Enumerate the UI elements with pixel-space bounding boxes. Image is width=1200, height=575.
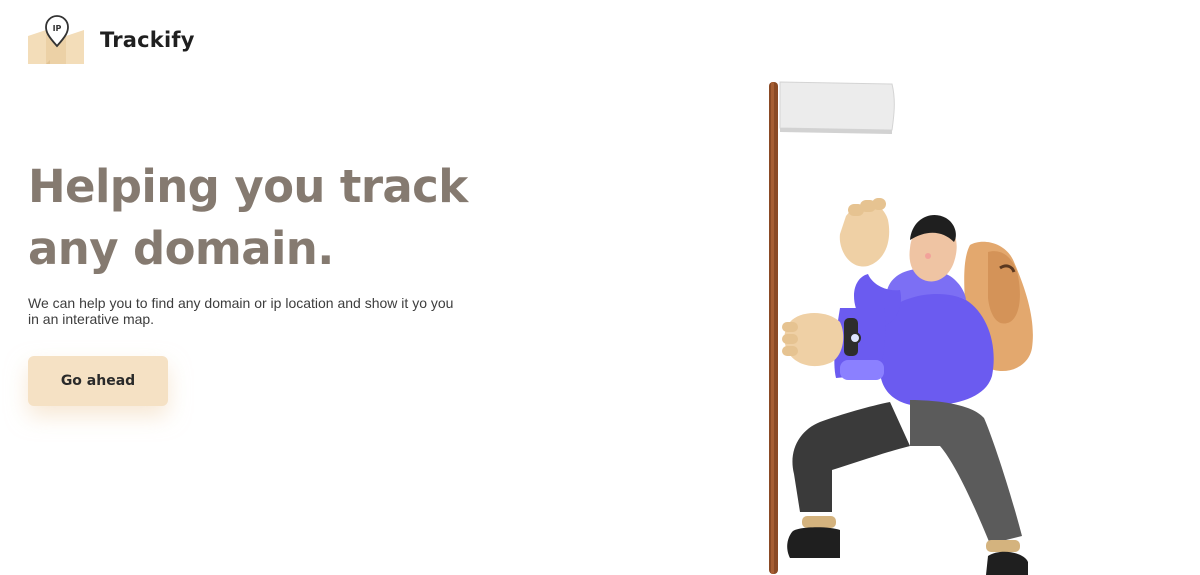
logo-text: IP: [53, 24, 62, 33]
hiker-with-flag-icon: [740, 70, 1080, 575]
brand[interactable]: IP Trackify: [28, 14, 195, 66]
hero-title: Helping you track any domain.: [28, 160, 468, 275]
map-pin-icon: IP: [28, 14, 86, 66]
go-ahead-button[interactable]: Go ahead: [28, 356, 168, 406]
hero-description: We can help you to find any domain or ip…: [28, 295, 454, 327]
brand-name: Trackify: [100, 28, 195, 52]
landing-page: IP Trackify Helping you track any domain…: [0, 0, 1200, 575]
